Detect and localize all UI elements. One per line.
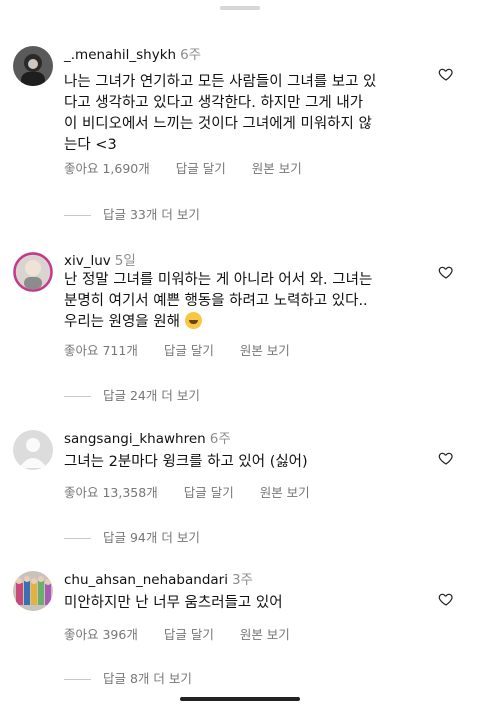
- avatar[interactable]: [13, 571, 53, 611]
- comment-header: chu_ahsan_nehabandari 3주: [64, 571, 253, 589]
- heart-outline-icon[interactable]: [438, 450, 454, 466]
- comment-header: xiv_luv 5일: [64, 252, 136, 270]
- comment-time: 6주: [209, 431, 231, 447]
- see-original-button[interactable]: 원본 보기: [252, 161, 302, 176]
- comment-text-body: 난 정말 그녀를 미워하는 게 아니라 어서 와. 그녀는 분명히 여기서 예쁜…: [64, 272, 373, 330]
- comment-time: 6주: [180, 47, 202, 63]
- comment-header: sangsangi_khawhren 6주: [64, 430, 231, 448]
- heart-outline-icon[interactable]: [438, 66, 454, 82]
- comment-text: 나는 그녀가 연기하고 모든 사람들이 그녀를 보고 있 다고 생각하고 있다고…: [64, 74, 377, 153]
- divider-line: [64, 679, 91, 680]
- username[interactable]: chu_ahsan_nehabandari: [64, 572, 228, 588]
- comment-actions: 좋아요 396개 답글 달기 원본 보기: [64, 624, 316, 643]
- comment-header: _.menahil_shykh 6주: [64, 46, 201, 64]
- divider-line: [64, 538, 91, 539]
- view-replies-button[interactable]: 답글 24개 더 보기: [64, 385, 200, 404]
- comment-time: 3주: [231, 572, 253, 588]
- view-replies-label: 답글 94개 더 보기: [103, 530, 200, 545]
- reply-button[interactable]: 답글 달기: [164, 343, 214, 358]
- see-original-button[interactable]: 원본 보기: [240, 343, 290, 358]
- comment-actions: 좋아요 1,690개 답글 달기 원본 보기: [64, 158, 328, 177]
- comment-actions: 좋아요 711개 답글 달기 원본 보기: [64, 340, 316, 359]
- drag-handle[interactable]: [220, 6, 260, 10]
- heart-outline-icon[interactable]: [438, 264, 454, 280]
- comment-actions: 좋아요 13,358개 답글 달기 원본 보기: [64, 482, 336, 501]
- like-count[interactable]: 좋아요 13,358개: [64, 485, 158, 500]
- see-original-button[interactable]: 원본 보기: [240, 627, 290, 642]
- username[interactable]: xiv_luv: [64, 253, 111, 269]
- view-replies-label: 답글 8개 더 보기: [103, 671, 192, 686]
- comment-text: 난 정말 그녀를 미워하는 게 아니라 어서 와. 그녀는 분명히 여기서 예쁜…: [64, 270, 419, 333]
- home-indicator[interactable]: [180, 697, 300, 701]
- view-replies-label: 답글 33개 더 보기: [103, 207, 200, 222]
- view-replies-label: 답글 24개 더 보기: [103, 388, 200, 403]
- reply-button[interactable]: 답글 달기: [176, 161, 226, 176]
- divider-line: [64, 215, 91, 216]
- divider-line: [64, 396, 91, 397]
- username[interactable]: sangsangi_khawhren: [64, 431, 206, 447]
- reply-button[interactable]: 답글 달기: [184, 485, 234, 500]
- avatar[interactable]: [13, 252, 53, 292]
- view-replies-button[interactable]: 답글 94개 더 보기: [64, 527, 200, 546]
- like-count[interactable]: 좋아요 1,690개: [64, 161, 150, 176]
- crying-face-emoji: [184, 312, 202, 329]
- avatar[interactable]: [13, 430, 53, 470]
- comment-time: 5일: [114, 253, 136, 269]
- see-original-button[interactable]: 원본 보기: [260, 485, 310, 500]
- username[interactable]: _.menahil_shykh: [64, 47, 176, 63]
- comment-text: 그녀는 2분마다 윙크를 하고 있어 (싫어): [64, 454, 308, 470]
- reply-button[interactable]: 답글 달기: [164, 627, 214, 642]
- comment-text: 미안하지만 난 너무 움츠러들고 있어: [64, 595, 283, 611]
- view-replies-button[interactable]: 답글 33개 더 보기: [64, 204, 200, 223]
- like-count[interactable]: 좋아요 711개: [64, 343, 138, 358]
- avatar[interactable]: [13, 46, 53, 86]
- like-count[interactable]: 좋아요 396개: [64, 627, 138, 642]
- view-replies-button[interactable]: 답글 8개 더 보기: [64, 668, 192, 687]
- heart-outline-icon[interactable]: [438, 591, 454, 607]
